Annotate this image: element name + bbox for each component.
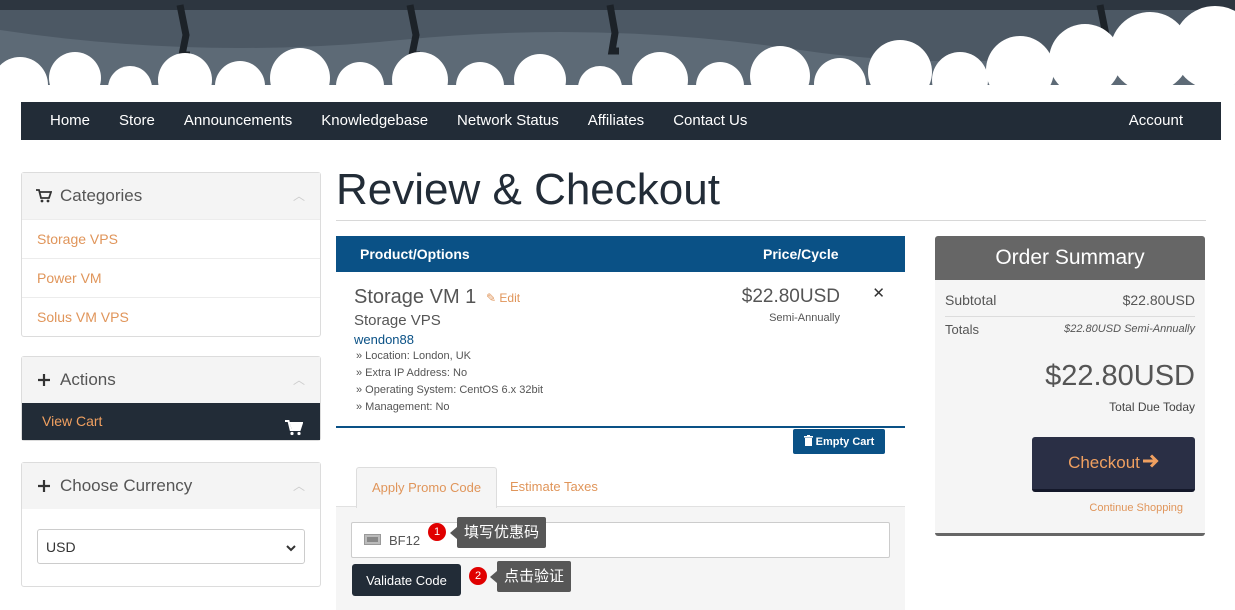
- category-link-solus-vm-vps[interactable]: Solus VM VPS: [22, 297, 320, 336]
- chevron-up-icon[interactable]: ︿: [293, 371, 305, 388]
- clouds-banner-art: [0, 0, 1235, 102]
- actions-panel: Actions ︿ View Cart: [21, 356, 321, 441]
- currency-select[interactable]: USD: [37, 529, 305, 564]
- categories-title: Categories: [60, 186, 143, 205]
- summary-divider: [945, 316, 1195, 317]
- total-due-label: Total Due Today: [1109, 400, 1195, 414]
- validate-code-button[interactable]: Validate Code: [352, 564, 461, 596]
- actions-title: Actions: [60, 370, 116, 389]
- currency-panel-header[interactable]: Choose Currency ︿: [22, 463, 320, 509]
- order-summary: Order Summary Subtotal $22.80USD Totals …: [935, 236, 1205, 536]
- pencil-icon: ✎: [486, 291, 497, 305]
- header-price-cycle: Price/Cycle: [763, 246, 839, 262]
- cart-table-header: Product/Options Price/Cycle: [336, 236, 905, 272]
- currency-body: USD: [22, 509, 320, 586]
- edit-label: Edit: [499, 291, 521, 305]
- order-summary-title: Order Summary: [935, 236, 1205, 280]
- nav-network-status[interactable]: Network Status: [443, 102, 574, 140]
- checkout-button[interactable]: Checkout: [1032, 437, 1195, 492]
- edit-product-link[interactable]: ✎ Edit: [486, 291, 520, 305]
- product-option: » Extra IP Address: No: [356, 367, 468, 379]
- category-link-storage-vps[interactable]: Storage VPS: [22, 219, 320, 258]
- nav-store[interactable]: Store: [105, 102, 170, 140]
- product-option: » Management: No: [356, 401, 450, 413]
- nav-account[interactable]: Account: [1114, 102, 1221, 140]
- product-option: » Location: London, UK: [356, 350, 471, 362]
- nav-affiliates[interactable]: Affiliates: [573, 102, 658, 140]
- page-title: Review & Checkout: [336, 165, 720, 214]
- product-option: » Operating System: CentOS 6.x 32bit: [356, 384, 544, 396]
- tab-apply-promo-code[interactable]: Apply Promo Code: [356, 467, 498, 508]
- remove-item-icon[interactable]: ✕: [872, 284, 885, 302]
- annotation-tooltip-1: 填写优惠码: [449, 517, 547, 548]
- totals-value: $22.80USD Semi-Annually: [1064, 323, 1195, 335]
- shopping-cart-icon: [36, 189, 52, 203]
- chevron-up-icon[interactable]: ︿: [293, 477, 305, 494]
- categories-panel: Categories ︿ Storage VPS Power VM Solus …: [21, 172, 321, 337]
- actions-panel-header[interactable]: Actions ︿: [22, 357, 320, 403]
- annotation-badge-1: 1: [428, 523, 446, 541]
- nav-contact-us[interactable]: Contact Us: [659, 102, 762, 140]
- main-navbar: Home Store Announcements Knowledgebase N…: [21, 102, 1221, 140]
- subtotal-row: Subtotal $22.80USD: [945, 292, 1195, 308]
- promo-code-value: BF12: [389, 532, 421, 548]
- total-due-amount: $22.80USD: [1045, 360, 1195, 392]
- subtotal-value: $22.80USD: [1122, 292, 1195, 308]
- product-domain: wendon88: [354, 332, 414, 347]
- nav-home[interactable]: Home: [21, 102, 105, 140]
- currency-selected-value: USD: [46, 538, 76, 555]
- checkout-label: Checkout: [1068, 453, 1140, 472]
- shopping-cart-icon: [285, 413, 304, 450]
- nav-announcements[interactable]: Announcements: [169, 102, 306, 140]
- product-price: $22.80USD: [741, 286, 840, 307]
- ticket-icon: [364, 533, 381, 548]
- trash-icon: [803, 434, 813, 449]
- plus-icon: [36, 374, 52, 386]
- cart-item: Storage VM 1 ✎ Edit Storage VPS wendon88…: [336, 272, 905, 428]
- product-group: Storage VPS: [354, 312, 441, 329]
- view-cart-link[interactable]: View Cart: [22, 403, 320, 440]
- title-divider: [336, 220, 1206, 221]
- chevron-down-icon: [286, 539, 296, 555]
- plus-icon: [36, 480, 52, 492]
- header-product-options: Product/Options: [360, 246, 470, 262]
- continue-shopping-link[interactable]: Continue Shopping: [1089, 502, 1183, 514]
- currency-panel: Choose Currency ︿ USD: [21, 462, 321, 587]
- subtotal-label: Subtotal: [945, 292, 997, 308]
- tab-estimate-taxes[interactable]: Estimate Taxes: [495, 467, 613, 507]
- empty-cart-label: Empty Cart: [815, 435, 875, 448]
- product-cycle: Semi-Annually: [769, 312, 840, 324]
- annotation-tooltip-2: 点击验证: [489, 561, 572, 592]
- annotation-badge-2: 2: [469, 567, 487, 585]
- categories-panel-header[interactable]: Categories ︿: [22, 173, 320, 219]
- arrow-right-icon: [1142, 453, 1159, 473]
- empty-cart-button[interactable]: Empty Cart: [793, 429, 885, 454]
- currency-title: Choose Currency: [60, 476, 193, 495]
- header-banner: [0, 0, 1235, 102]
- chevron-up-icon[interactable]: ︿: [293, 187, 305, 204]
- product-name: Storage VM 1: [354, 286, 477, 308]
- totals-row: Totals $22.80USD Semi-Annually: [945, 322, 1195, 337]
- totals-label: Totals: [945, 322, 979, 337]
- category-link-power-vm[interactable]: Power VM: [22, 258, 320, 297]
- nav-knowledgebase[interactable]: Knowledgebase: [307, 102, 443, 140]
- view-cart-label: View Cart: [42, 413, 103, 429]
